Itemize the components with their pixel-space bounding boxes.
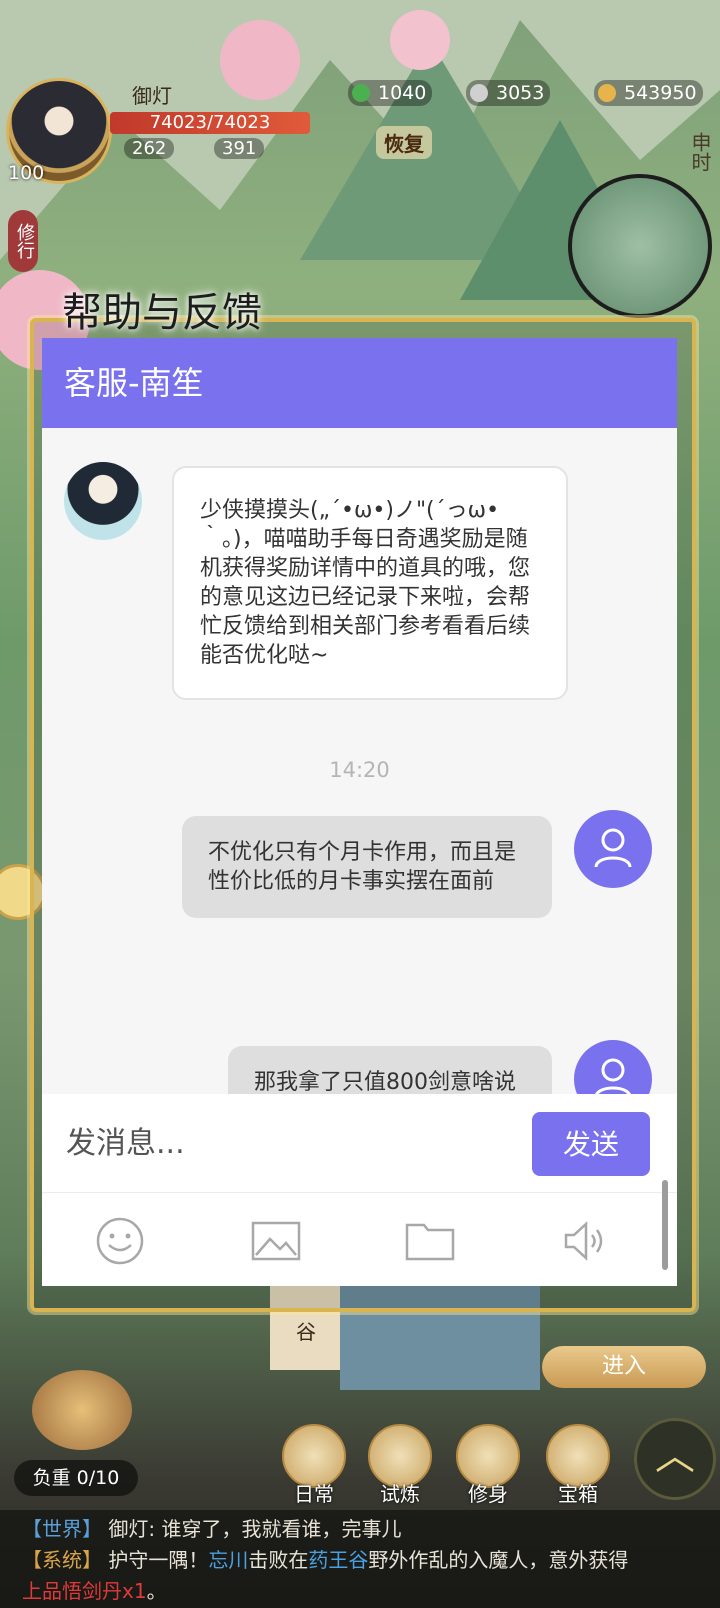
location-label: 谷 bbox=[296, 1320, 316, 1344]
system-item[interactable]: 上品悟剑丹x1 bbox=[22, 1579, 147, 1603]
player-level: 100 bbox=[8, 162, 45, 184]
scrollbar[interactable] bbox=[662, 1180, 668, 1270]
player-name: 御灯 bbox=[132, 84, 172, 108]
nav-treasure-label: 宝箱 bbox=[558, 1482, 598, 1506]
customer-service-panel: 客服-南笙 少侠摸摸头(„´•ω•)ノ"(´っω•｀。)，喵喵助手每日奇遇奖励是… bbox=[42, 338, 677, 1286]
jade-amount: 1040 bbox=[378, 82, 427, 104]
agent-message-bubble: 少侠摸摸头(„´•ω•)ノ"(´っω•｀。)，喵喵助手每日奇遇奖励是随机获得奖励… bbox=[172, 466, 568, 700]
load-capacity: 负重 0/10 bbox=[14, 1460, 138, 1496]
help-dialog-title: 帮助与反馈 bbox=[62, 290, 262, 336]
message-timestamp: 14:20 bbox=[329, 758, 390, 782]
cs-header: 客服-南笙 bbox=[42, 338, 677, 428]
gold-amount: 543950 bbox=[624, 82, 697, 104]
game-time: 申时 bbox=[688, 132, 712, 172]
nav-trial[interactable]: 试炼 bbox=[364, 1424, 436, 1506]
cart-icon[interactable] bbox=[32, 1370, 132, 1450]
system-tag: 【系统】 bbox=[22, 1548, 102, 1572]
nav-cultivation[interactable]: 修身 bbox=[452, 1424, 524, 1506]
message-input[interactable] bbox=[42, 1094, 512, 1192]
user-message-bubble: 不优化只有个月卡作用，而且是性价比低的月卡事实摆在面前 bbox=[182, 816, 552, 918]
system-text-a: 护守一隅！ bbox=[108, 1548, 209, 1572]
voice-icon[interactable] bbox=[560, 1215, 612, 1267]
nav-cultivation-label: 修身 bbox=[468, 1482, 508, 1506]
message-input-row: 发送 bbox=[42, 1094, 677, 1192]
nav-daily-label: 日常 bbox=[294, 1482, 334, 1506]
chat-line-system: 【系统】 护守一隅！忘川击败在药王谷野外作乱的入魔人，意外获得 bbox=[22, 1545, 720, 1576]
stamina-stat: 262 bbox=[124, 138, 175, 159]
system-text-end: 。 bbox=[146, 1579, 167, 1603]
message-list[interactable]: 少侠摸摸头(„´•ω•)ノ"(´っω•｀。)，喵喵助手每日奇遇奖励是随机获得奖励… bbox=[42, 428, 677, 1094]
image-icon[interactable] bbox=[250, 1215, 302, 1267]
jade-currency[interactable]: 1040 bbox=[348, 80, 433, 106]
agent-avatar bbox=[64, 462, 142, 540]
nav-treasure[interactable]: 宝箱 bbox=[542, 1424, 614, 1506]
user-icon bbox=[595, 1058, 631, 1094]
nav-trial-label: 试炼 bbox=[380, 1482, 420, 1506]
emoji-icon[interactable] bbox=[94, 1215, 146, 1267]
system-player-name[interactable]: 忘川 bbox=[208, 1548, 248, 1572]
silver-amount: 3053 bbox=[496, 82, 545, 104]
user-avatar bbox=[574, 810, 652, 888]
hp-bar: 74023/74023 bbox=[110, 112, 310, 134]
restore-button[interactable]: 恢复 bbox=[376, 126, 432, 159]
chat-log[interactable]: 【世界】 御灯: 谁穿了，我就看谁，完事儿 【系统】 护守一隅！忘川击败在药王谷… bbox=[0, 1510, 720, 1608]
send-button[interactable]: 发送 bbox=[532, 1112, 650, 1176]
system-text-b: 击败在 bbox=[248, 1548, 309, 1572]
folder-icon[interactable] bbox=[404, 1215, 456, 1267]
jade-icon bbox=[352, 84, 370, 102]
user-message-bubble: 那我拿了只值800剑意啥说 bbox=[228, 1046, 552, 1094]
cultivate-button[interactable]: 修行 bbox=[8, 210, 38, 272]
system-place[interactable]: 药王谷 bbox=[308, 1548, 368, 1572]
system-text-c: 野外作乱的入魔人，意外获得 bbox=[368, 1548, 629, 1572]
user-avatar bbox=[574, 1040, 652, 1094]
food-stat: 391 bbox=[214, 138, 265, 159]
minimap[interactable] bbox=[568, 174, 712, 318]
user-icon bbox=[594, 828, 632, 868]
silver-currency[interactable]: 3053 bbox=[466, 80, 551, 106]
world-message: 御灯: 谁穿了，我就看谁，完事儿 bbox=[108, 1517, 402, 1541]
chat-line-world: 【世界】 御灯: 谁穿了，我就看谁，完事儿 bbox=[22, 1514, 720, 1545]
expand-up-icon[interactable]: ︿ bbox=[634, 1418, 716, 1500]
gold-icon bbox=[598, 84, 616, 102]
enter-button[interactable]: 进入 bbox=[542, 1346, 706, 1388]
silver-icon bbox=[470, 84, 488, 102]
gold-currency[interactable]: 543950 bbox=[594, 80, 703, 106]
chat-line-system-2: 上品悟剑丹x1。 bbox=[22, 1576, 720, 1607]
world-tag: 【世界】 bbox=[22, 1517, 102, 1541]
nav-daily[interactable]: 日常 bbox=[278, 1424, 350, 1506]
toolbar bbox=[42, 1192, 677, 1286]
